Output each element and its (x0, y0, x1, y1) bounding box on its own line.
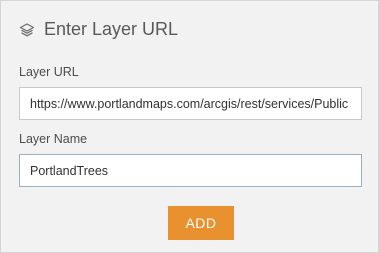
panel-header: Enter Layer URL (19, 19, 178, 40)
layer-url-label: Layer URL (19, 65, 79, 79)
layer-url-input[interactable] (19, 87, 362, 120)
enter-layer-url-panel: Enter Layer URL Layer URL Layer Name ADD (0, 0, 379, 253)
panel-title: Enter Layer URL (44, 19, 179, 39)
add-button[interactable]: ADD (168, 206, 234, 240)
layer-name-label: Layer Name (19, 132, 88, 146)
layers-icon (19, 22, 35, 38)
layer-name-input[interactable] (19, 154, 362, 187)
